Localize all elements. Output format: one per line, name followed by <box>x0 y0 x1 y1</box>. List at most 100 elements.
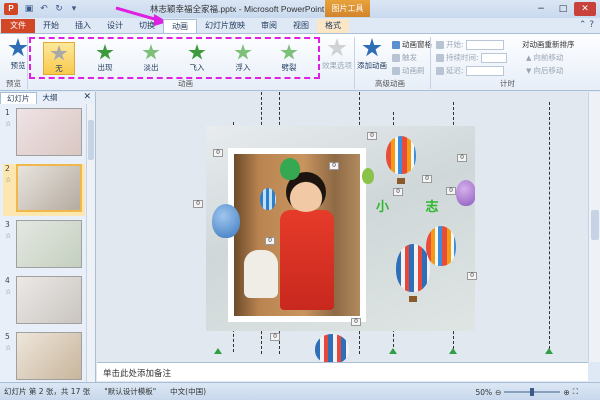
animation-order-tag[interactable]: 0 <box>457 154 467 162</box>
customize-qat-icon[interactable]: ▾ <box>68 3 80 15</box>
hot-air-balloon[interactable] <box>386 136 416 174</box>
animation-appear-label: 出现 <box>97 63 113 72</box>
animation-order-tag[interactable]: 0 <box>422 175 432 183</box>
animation-none[interactable]: 无 <box>43 42 75 75</box>
close-panel-icon[interactable]: ✕ <box>83 92 91 102</box>
hot-air-balloon[interactable] <box>396 244 430 292</box>
start-row: 开始: <box>436 39 504 50</box>
slide-thumbnail-image <box>16 276 82 324</box>
delay-field[interactable] <box>465 65 504 76</box>
small-balloon[interactable] <box>260 188 276 210</box>
quick-access-toolbar: ▣ ↶ ↻ ▾ <box>23 3 80 15</box>
motion-path-end-icon <box>214 348 222 354</box>
start-dropdown[interactable] <box>465 39 504 50</box>
animation-order-tag[interactable]: 0 <box>467 272 477 280</box>
close-button[interactable]: ✕ <box>574 2 596 16</box>
animation-fade[interactable]: 淡出 <box>135 42 167 75</box>
save-icon[interactable]: ▣ <box>23 3 35 15</box>
move-earlier-label: 向前移动 <box>533 53 564 62</box>
blue-balloon[interactable] <box>212 204 240 238</box>
zoom-in-icon[interactable]: ⊕ <box>563 388 569 397</box>
tab-insert[interactable]: 插入 <box>67 19 99 33</box>
slide-thumbnail-3[interactable]: 3 ☆ <box>3 220 85 272</box>
zoom-slider-knob[interactable] <box>530 388 535 396</box>
preview-icon <box>8 38 28 57</box>
powerpoint-app-icon[interactable]: P <box>4 3 18 15</box>
zoom-slider[interactable] <box>504 388 561 396</box>
dog-figure <box>244 250 278 298</box>
slide-scrollbar[interactable] <box>588 92 600 362</box>
animation-order-tag[interactable]: 0 <box>393 188 403 196</box>
notes-pane[interactable]: 单击此处添加备注 <box>97 362 588 381</box>
tab-home[interactable]: 开始 <box>35 19 67 33</box>
minimize-button[interactable]: − <box>530 2 552 16</box>
animation-painter-button[interactable]: 动画刷 <box>392 65 425 76</box>
animation-order-tag[interactable]: 0 <box>193 200 203 208</box>
duration-label: 持续时间: <box>446 53 479 62</box>
undo-icon[interactable]: ↶ <box>38 3 50 15</box>
star-fly-in-icon <box>188 44 206 60</box>
ribbon: 预览 预览 无 出现 淡出 飞入 浮入 劈裂 动画 效果选项 添加动画 动画窗格… <box>0 33 600 91</box>
add-animation-label: 添加动画 <box>357 61 387 70</box>
redo-icon[interactable]: ↻ <box>53 3 65 15</box>
tab-file[interactable]: 文件 <box>1 19 35 33</box>
add-animation-button[interactable]: 添加动画 <box>356 38 388 80</box>
tab-view[interactable]: 视图 <box>285 19 317 33</box>
slide-number: 1 <box>5 108 10 117</box>
zoom-out-icon[interactable]: ⊖ <box>495 388 501 397</box>
scrollbar-thumb[interactable] <box>591 210 599 240</box>
slide-text[interactable]: 小 志 <box>376 196 455 215</box>
tab-outline[interactable]: 大纲 <box>37 92 64 104</box>
green-heart-balloon[interactable] <box>280 158 300 180</box>
animation-fly-in[interactable]: 飞入 <box>181 42 213 75</box>
status-bar: 幻灯片 第 2 张，共 17 张 "默认设计模板" 中文(中国) 50% ⊖ ⊕… <box>0 382 600 400</box>
purple-balloon[interactable] <box>456 180 475 206</box>
zoom-level[interactable]: 50% <box>475 388 492 397</box>
slide-thumbnail-4[interactable]: 4 ☆ <box>3 276 85 328</box>
animation-split[interactable]: 劈裂 <box>273 42 305 75</box>
duration-field[interactable] <box>480 52 507 63</box>
tab-design[interactable]: 设计 <box>99 19 131 33</box>
theme-name[interactable]: "默认设计模板" <box>104 386 156 397</box>
slide-thumbnail-2[interactable]: 2 ☆ <box>3 164 85 216</box>
tab-slides[interactable]: 幻灯片 <box>0 92 37 104</box>
help-icon[interactable]: ⌃ ? <box>579 20 594 30</box>
tab-animations[interactable]: 动画 <box>163 19 197 33</box>
tab-transitions[interactable]: 切换 <box>131 19 163 33</box>
down-arrow-icon: ▼ <box>526 66 532 75</box>
animation-order-tag[interactable]: 0 <box>446 187 456 195</box>
reorder-heading: 对动画重新排序 <box>522 40 575 49</box>
animation-float-in[interactable]: 浮入 <box>227 42 259 75</box>
animation-fade-label: 淡出 <box>143 63 159 72</box>
slide-thumbnail-5[interactable]: 5 ☆ <box>3 332 85 384</box>
slide-thumbnail-1[interactable]: 1 ☆ <box>3 108 85 160</box>
animation-order-tag[interactable]: 0 <box>265 237 275 245</box>
animation-appear[interactable]: 出现 <box>89 42 121 75</box>
move-later-button[interactable]: ▼ 向后移动 <box>526 65 563 76</box>
language-indicator[interactable]: 中文(中国) <box>170 386 206 397</box>
animation-pane-button[interactable]: 动画窗格 <box>392 39 432 50</box>
maximize-button[interactable]: □ <box>552 2 574 16</box>
animation-order-tag[interactable]: 0 <box>213 149 223 157</box>
picture-tools-header: 图片工具 <box>325 0 370 17</box>
zoom-control: 50% ⊖ ⊕ ⛶ <box>475 387 578 397</box>
animation-star-icon: ☆ <box>5 120 12 128</box>
hot-air-balloon-offslide[interactable] <box>315 334 349 362</box>
tab-slideshow[interactable]: 幻灯片放映 <box>197 19 253 33</box>
move-earlier-button[interactable]: ▲ 向前移动 <box>526 52 563 63</box>
trigger-button[interactable]: 触发 <box>392 52 417 63</box>
scrollbar-thumb[interactable] <box>88 120 94 160</box>
effect-options-button[interactable]: 效果选项 <box>321 38 353 80</box>
slides-panel-scrollbar[interactable] <box>86 104 95 382</box>
small-green-balloon[interactable] <box>362 168 374 184</box>
hot-air-balloon[interactable] <box>426 226 456 266</box>
tab-review[interactable]: 审阅 <box>253 19 285 33</box>
animation-order-tag[interactable]: 0 <box>351 318 361 326</box>
tab-format[interactable]: 格式 <box>317 19 349 33</box>
slide-canvas[interactable]: 小 志 <box>206 126 475 331</box>
move-later-label: 向后移动 <box>533 66 564 75</box>
fit-to-window-icon[interactable]: ⛶ <box>573 387 578 397</box>
animation-order-tag[interactable]: 0 <box>270 333 280 341</box>
animation-order-tag[interactable]: 0 <box>367 132 377 140</box>
animation-order-tag[interactable]: 0 <box>329 162 339 170</box>
